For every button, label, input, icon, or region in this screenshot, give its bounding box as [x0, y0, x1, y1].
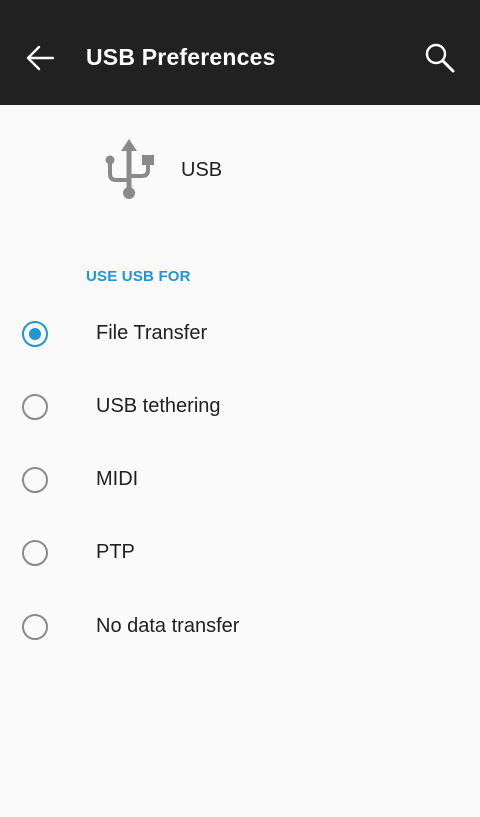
option-midi[interactable]: MIDI [0, 445, 480, 518]
radio-button[interactable] [22, 467, 48, 493]
search-button[interactable] [420, 38, 460, 78]
option-usb-tethering[interactable]: USB tethering [0, 372, 480, 445]
option-label: USB tethering [96, 395, 221, 417]
page-title: USB Preferences [86, 44, 276, 70]
option-label: No data transfer [96, 615, 240, 637]
radio-button[interactable] [22, 321, 48, 347]
option-label: File Transfer [96, 322, 208, 344]
section-title: USE USB FOR [86, 268, 191, 285]
search-icon [425, 43, 455, 73]
usb-label: USB [181, 159, 223, 181]
option-label: MIDI [96, 468, 139, 490]
option-label: PTP [96, 541, 135, 563]
arrow-back-icon [26, 45, 55, 71]
usb-icon [105, 139, 154, 199]
radio-button[interactable] [22, 394, 48, 420]
radio-button[interactable] [22, 614, 48, 640]
usb-header [0, 105, 480, 245]
app-bar: USB Preferences [0, 0, 480, 105]
radio-button[interactable] [22, 540, 48, 566]
option-file-transfer[interactable]: File Transfer [0, 299, 480, 372]
option-ptp[interactable]: PTP [0, 518, 480, 591]
option-no-data-transfer[interactable]: No data transfer [0, 592, 480, 665]
back-button[interactable] [20, 38, 60, 78]
